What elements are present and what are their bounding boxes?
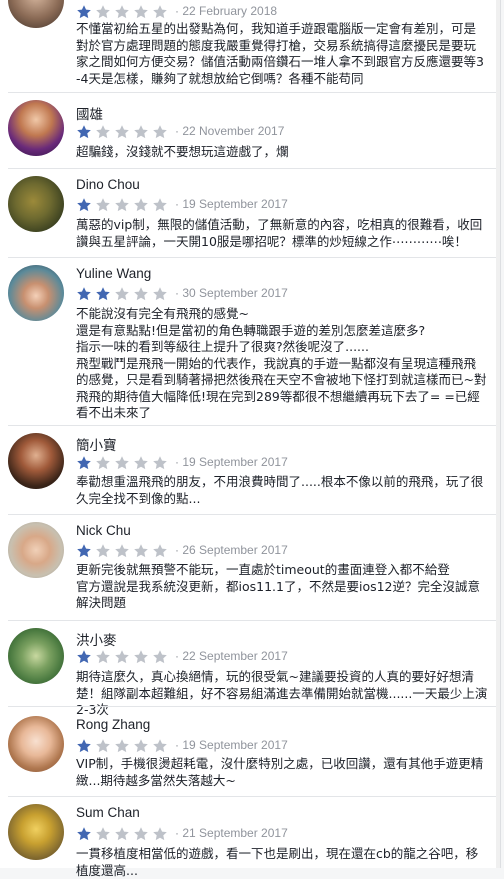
review-date[interactable]: · 21 September 2017 xyxy=(175,826,288,840)
avatar[interactable] xyxy=(8,176,64,232)
divider xyxy=(8,425,500,426)
star-empty-icon xyxy=(114,455,130,471)
review-text: 更新完後就無預警不能玩，一直處於timeout的畫面連登入都不給登 官方還說是我… xyxy=(76,562,481,610)
star-empty-icon xyxy=(114,4,130,20)
star-empty-icon xyxy=(152,124,168,140)
star-empty-icon xyxy=(152,738,168,754)
star-rating xyxy=(76,124,171,140)
reviewer-name[interactable]: 簡小寶 xyxy=(76,434,117,454)
reviewer-name[interactable]: Dino Chou xyxy=(76,177,140,192)
star-rating xyxy=(76,197,171,213)
star-empty-icon xyxy=(133,286,149,302)
avatar[interactable] xyxy=(8,716,64,772)
star-empty-icon xyxy=(95,543,111,559)
reviewer-name[interactable]: 國雄 xyxy=(76,103,103,123)
divider xyxy=(8,92,500,93)
reviewer-name[interactable]: Nick Chu xyxy=(76,523,131,538)
star-empty-icon xyxy=(133,124,149,140)
star-empty-icon xyxy=(114,826,130,842)
divider xyxy=(8,168,500,169)
star-empty-icon xyxy=(95,455,111,471)
star-empty-icon xyxy=(133,455,149,471)
review-text: VIP制，手機很燙超耗電，沒什麼特別之處，已收回讚，還有其他手遊更精緻...期待… xyxy=(76,756,484,788)
star-empty-icon xyxy=(114,286,130,302)
review-text: 不能說沒有完全有飛飛的感覺~ 還是有意點點!但是當初的角色轉職跟手遊的差別怎麼差… xyxy=(76,306,487,420)
star-empty-icon xyxy=(152,286,168,302)
star-filled-icon xyxy=(76,197,92,213)
review-text: 一貫移植度相當低的遊戲，看一下也是刷出，現在還在cb的龍之谷吧，移植度還高... xyxy=(76,846,479,878)
review-date[interactable]: · 22 February 2018 xyxy=(175,4,277,18)
reviewer-name[interactable]: 洪小麥 xyxy=(76,629,117,649)
star-empty-icon xyxy=(133,649,149,665)
review-text: 奉勸想重溫飛飛的朋友，不用浪費時間了.....根本不像以前的飛飛，玩了很久完全找… xyxy=(76,474,484,506)
reviews-panel: · 22 February 2018 不懂當初給五星的出發點為何，我知道手遊跟電… xyxy=(0,0,501,878)
star-filled-icon xyxy=(95,286,111,302)
star-empty-icon xyxy=(133,543,149,559)
star-filled-icon xyxy=(76,4,92,20)
star-empty-icon xyxy=(133,4,149,20)
scrollbar[interactable] xyxy=(496,0,500,868)
avatar[interactable] xyxy=(8,433,64,489)
avatar[interactable] xyxy=(8,0,64,28)
review-date[interactable]: · 19 September 2017 xyxy=(175,738,288,752)
review-date[interactable]: · 22 November 2017 xyxy=(175,124,284,138)
reviewer-name[interactable]: Rong Zhang xyxy=(76,717,150,732)
star-empty-icon xyxy=(114,124,130,140)
star-filled-icon xyxy=(76,738,92,754)
review-text: 超騙錢，沒錢就不要想玩這遊戲了，爛 xyxy=(76,144,289,159)
star-empty-icon xyxy=(95,738,111,754)
star-empty-icon xyxy=(152,543,168,559)
star-empty-icon xyxy=(133,826,149,842)
star-empty-icon xyxy=(152,826,168,842)
star-filled-icon xyxy=(76,826,92,842)
review-text: 不懂當初給五星的出發點為何，我知道手遊跟電腦版一定會有差別，可是對於官方處理問題… xyxy=(76,21,484,86)
star-empty-icon xyxy=(133,197,149,213)
review-date[interactable]: · 19 September 2017 xyxy=(175,455,288,469)
star-empty-icon xyxy=(152,455,168,471)
avatar[interactable] xyxy=(8,100,64,156)
reviewer-name[interactable]: Sum Chan xyxy=(76,805,140,820)
star-filled-icon xyxy=(76,455,92,471)
review-date[interactable]: · 26 September 2017 xyxy=(175,543,288,557)
star-rating xyxy=(76,826,171,842)
star-empty-icon xyxy=(95,197,111,213)
star-filled-icon xyxy=(76,124,92,140)
review-text: 萬惡的vip制，無限的儲值活動，了無新意的內容，吃相真的很難看，收回讚與五星評論… xyxy=(76,217,483,249)
divider xyxy=(8,706,500,707)
avatar[interactable] xyxy=(8,804,64,860)
star-filled-icon xyxy=(76,649,92,665)
avatar[interactable] xyxy=(8,628,64,684)
avatar[interactable] xyxy=(8,522,64,578)
reviewer-name[interactable]: Yuline Wang xyxy=(76,266,151,281)
star-empty-icon xyxy=(152,197,168,213)
star-empty-icon xyxy=(95,826,111,842)
star-rating xyxy=(76,4,171,20)
divider xyxy=(8,620,500,621)
star-empty-icon xyxy=(114,197,130,213)
star-empty-icon xyxy=(152,649,168,665)
star-rating xyxy=(76,286,171,302)
divider xyxy=(8,514,500,515)
star-empty-icon xyxy=(95,124,111,140)
star-rating xyxy=(76,649,171,665)
star-empty-icon xyxy=(114,543,130,559)
star-rating xyxy=(76,738,171,754)
star-rating xyxy=(76,543,171,559)
star-rating xyxy=(76,455,171,471)
review-date[interactable]: · 19 September 2017 xyxy=(175,197,288,211)
star-empty-icon xyxy=(114,738,130,754)
star-empty-icon xyxy=(133,738,149,754)
divider xyxy=(8,257,500,258)
avatar[interactable] xyxy=(8,265,64,321)
divider xyxy=(8,796,500,797)
review-date[interactable]: · 22 September 2017 xyxy=(175,649,288,663)
review-text: 期待這麼久，真心換絕情，玩的很受氣~建議要投資的人真的要好好想清楚！組隊副本超難… xyxy=(76,669,488,717)
star-empty-icon xyxy=(152,4,168,20)
review-date[interactable]: · 30 September 2017 xyxy=(175,286,288,300)
star-empty-icon xyxy=(95,649,111,665)
star-empty-icon xyxy=(95,4,111,20)
star-filled-icon xyxy=(76,543,92,559)
star-empty-icon xyxy=(114,649,130,665)
star-filled-icon xyxy=(76,286,92,302)
